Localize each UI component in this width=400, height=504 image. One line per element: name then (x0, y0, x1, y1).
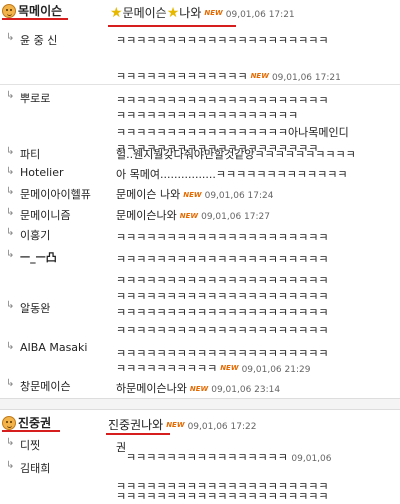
post-author[interactable]: 진중권 (2, 414, 51, 431)
reply-text: 문메이슨나와 NEW 09,01,06 17:27 (116, 209, 270, 222)
reply-text: ㅋㅋㅋㅋㅋㅋㅋㅋㅋㅋㅋㅋㅋㅋㅋㅋㅋㅋㅋㅋㅋ (116, 231, 329, 244)
reply-author[interactable]: 창문메이슨 (20, 378, 71, 394)
star-icon: ★ (110, 5, 123, 21)
reply-arrow-icon: ↳ (6, 32, 15, 43)
timestamp: 09,01,06 17:27 (201, 212, 270, 222)
author-name: 목메이슨 (18, 4, 63, 18)
smiley-face-icon (2, 416, 16, 430)
reply-text-continued: ㅋㅋㅋㅋㅋㅋㅋㅋㅋㅋㅋㅋㅋㅋㅋㅋㅋㅋㅋㅋㅋ (116, 274, 329, 287)
reply-text: ㅋㅋㅋㅋㅋㅋㅋㅋㅋㅋㅋㅋㅋㅋㅋㅋㅋㅋㅋㅋㅋ (116, 253, 329, 266)
reply-text: 문메이슨 나와 NEW 09,01,06 17:24 (116, 188, 274, 201)
timestamp: 09,01,06 17:22 (187, 422, 257, 432)
post-author[interactable]: 목메이슨 (2, 2, 62, 19)
reply-arrow-icon: ↳ (6, 460, 15, 471)
reply-arrow-icon: ↳ (6, 437, 15, 448)
thread-header: 목메이슨 ★문메이슨★나와 NEW 09,01,06 17:21 (0, 0, 400, 27)
divider (0, 84, 400, 85)
post-title[interactable]: 진중권나와 NEW 09,01,06 17:22 (108, 416, 256, 433)
reply-author[interactable]: 김태희 (20, 460, 50, 476)
reply-text: ㅋㅋㅋㅋㅋㅋㅋㅋㅋㅋㅋㅋㅋㅋㅋㅋㅋㅋㅋㅋㅋ (116, 94, 329, 107)
reply-arrow-icon: ↳ (6, 186, 15, 197)
new-badge: NEW (220, 364, 239, 372)
post-title[interactable]: ★문메이슨★나와 NEW 09,01,06 17:21 (110, 4, 295, 21)
reply-text-continued: ㅋㅋㅋㅋㅋㅋㅋㅋㅋㅋㅋㅋㅋ NEW 09,01,06 17:21 (116, 70, 341, 83)
author-name: 진중권 (18, 416, 52, 430)
reply-author[interactable]: 알동완 (20, 300, 50, 316)
new-badge: NEW (179, 212, 199, 220)
reply-text: 헐..웬지뭘갖다줘야만할것같앙ㅋㅋㅋㅋㅋㅋㅋㅋㅋㅋ (116, 148, 356, 161)
thread-header: 진중권 진중권나와 NEW 09,01,06 17:22 (0, 412, 400, 435)
reply-text: 아 목메여................ㅋㅋㅋㅋㅋㅋㅋㅋㅋㅋㅋㅋㅋ (116, 168, 348, 181)
reply-arrow-icon: ↳ (6, 249, 15, 260)
new-badge: NEW (250, 72, 269, 80)
reply-text-continued: ㅋㅋㅋㅋㅋㅋㅋㅋㅋㅋㅋㅋㅋㅋㅋㅋㅋㅋㅋㅋㅋ (116, 290, 329, 303)
reply-arrow-icon: ↳ (6, 207, 15, 218)
reply-author[interactable]: 뿌로로 (20, 90, 50, 106)
reply-text-continued: ㅋㅋㅋㅋㅋㅋㅋㅋㅋㅋㅋㅋㅋㅋㅋㅋㅋㅋ (116, 109, 299, 122)
reply-arrow-icon: ↳ (6, 300, 15, 311)
reply-text: 하문메이슨나와 NEW 09,01,06 23:14 (116, 382, 281, 395)
timestamp: 09,01,06 (291, 454, 332, 464)
reply-arrow-icon: ↳ (6, 166, 15, 177)
timestamp: 09,01,06 23:14 (211, 385, 281, 395)
reply-author[interactable]: AIBA Masaki (20, 341, 87, 354)
reply-author[interactable]: ㅡ_ㅡ凸 (20, 249, 57, 265)
star-icon: ★ (166, 5, 180, 21)
timestamp: 09,01,06 17:21 (271, 73, 341, 83)
reply-text-continued: ㅋㅋㅋㅋㅋㅋㅋㅋㅋㅋㅋㅋㅋㅋㅋㅋㅋㅋㅋㅋㅋ (116, 490, 329, 503)
reply-text-continued: ㅋㅋㅋㅋㅋㅋㅋㅋㅋㅋㅋㅋㅋㅋㅋㅋㅋ아나목메인디 (116, 126, 349, 139)
smiley-face-icon (2, 4, 16, 18)
reply-author[interactable]: 파티 (20, 146, 40, 162)
reply-arrow-icon: ↳ (6, 90, 15, 101)
timestamp: 09,01,06 21:29 (241, 365, 311, 375)
reply-arrow-icon: ↳ (6, 341, 15, 352)
reply-arrow-icon: ↳ (6, 227, 15, 238)
reply-text: ㅋㅋㅋㅋㅋㅋㅋㅋㅋㅋㅋㅋㅋㅋㅋㅋㅋㅋㅋㅋㅋ (116, 34, 329, 47)
reply-arrow-icon: ↳ (6, 378, 15, 389)
reply-text: ㅋㅋㅋㅋㅋㅋㅋㅋㅋㅋㅋㅋㅋㅋㅋㅋㅋㅋㅋㅋㅋ (116, 306, 329, 319)
title-underline (108, 25, 236, 27)
reply-author[interactable]: 디찟 (20, 437, 40, 453)
author-underline (2, 430, 60, 432)
reply-text: ㅋㅋㅋㅋㅋㅋㅋㅋㅋㅋㅋㅋㅋㅋㅋㅋㅋㅋㅋㅋㅋ (116, 347, 329, 360)
reply-text-continued: ㅋㅋㅋㅋㅋㅋㅋㅋㅋㅋㅋㅋㅋㅋㅋㅋ 09,01,06 (126, 451, 332, 464)
new-badge: NEW (166, 421, 185, 429)
reply-text-continued: ㅋㅋㅋㅋㅋㅋㅋㅋㅋㅋㅋㅋㅋㅋㅋㅋㅋㅋㅋㅋㅋ (116, 324, 329, 337)
reply-author[interactable]: 문메이니즘 (20, 207, 71, 223)
author-underline (2, 18, 68, 20)
reply-author[interactable]: Hotelier (20, 166, 63, 179)
thread-separator (0, 398, 400, 410)
new-badge: NEW (183, 191, 202, 199)
title-underline (106, 433, 170, 435)
reply-author[interactable]: 이홍기 (20, 227, 50, 243)
reply-author[interactable]: 윤 중 신 (20, 32, 57, 48)
reply-text-continued: ㅋㅋㅋㅋㅋㅋㅋㅋㅋㅋ NEW 09,01,06 21:29 (116, 362, 311, 375)
timestamp: 09,01,06 17:21 (225, 10, 295, 20)
reply-author[interactable]: 문메이아이헬퓨 (20, 186, 91, 202)
new-badge: NEW (189, 385, 209, 393)
timestamp: 09,01,06 17:24 (204, 191, 274, 201)
reply-arrow-icon: ↳ (6, 146, 15, 157)
new-badge: NEW (204, 9, 223, 17)
